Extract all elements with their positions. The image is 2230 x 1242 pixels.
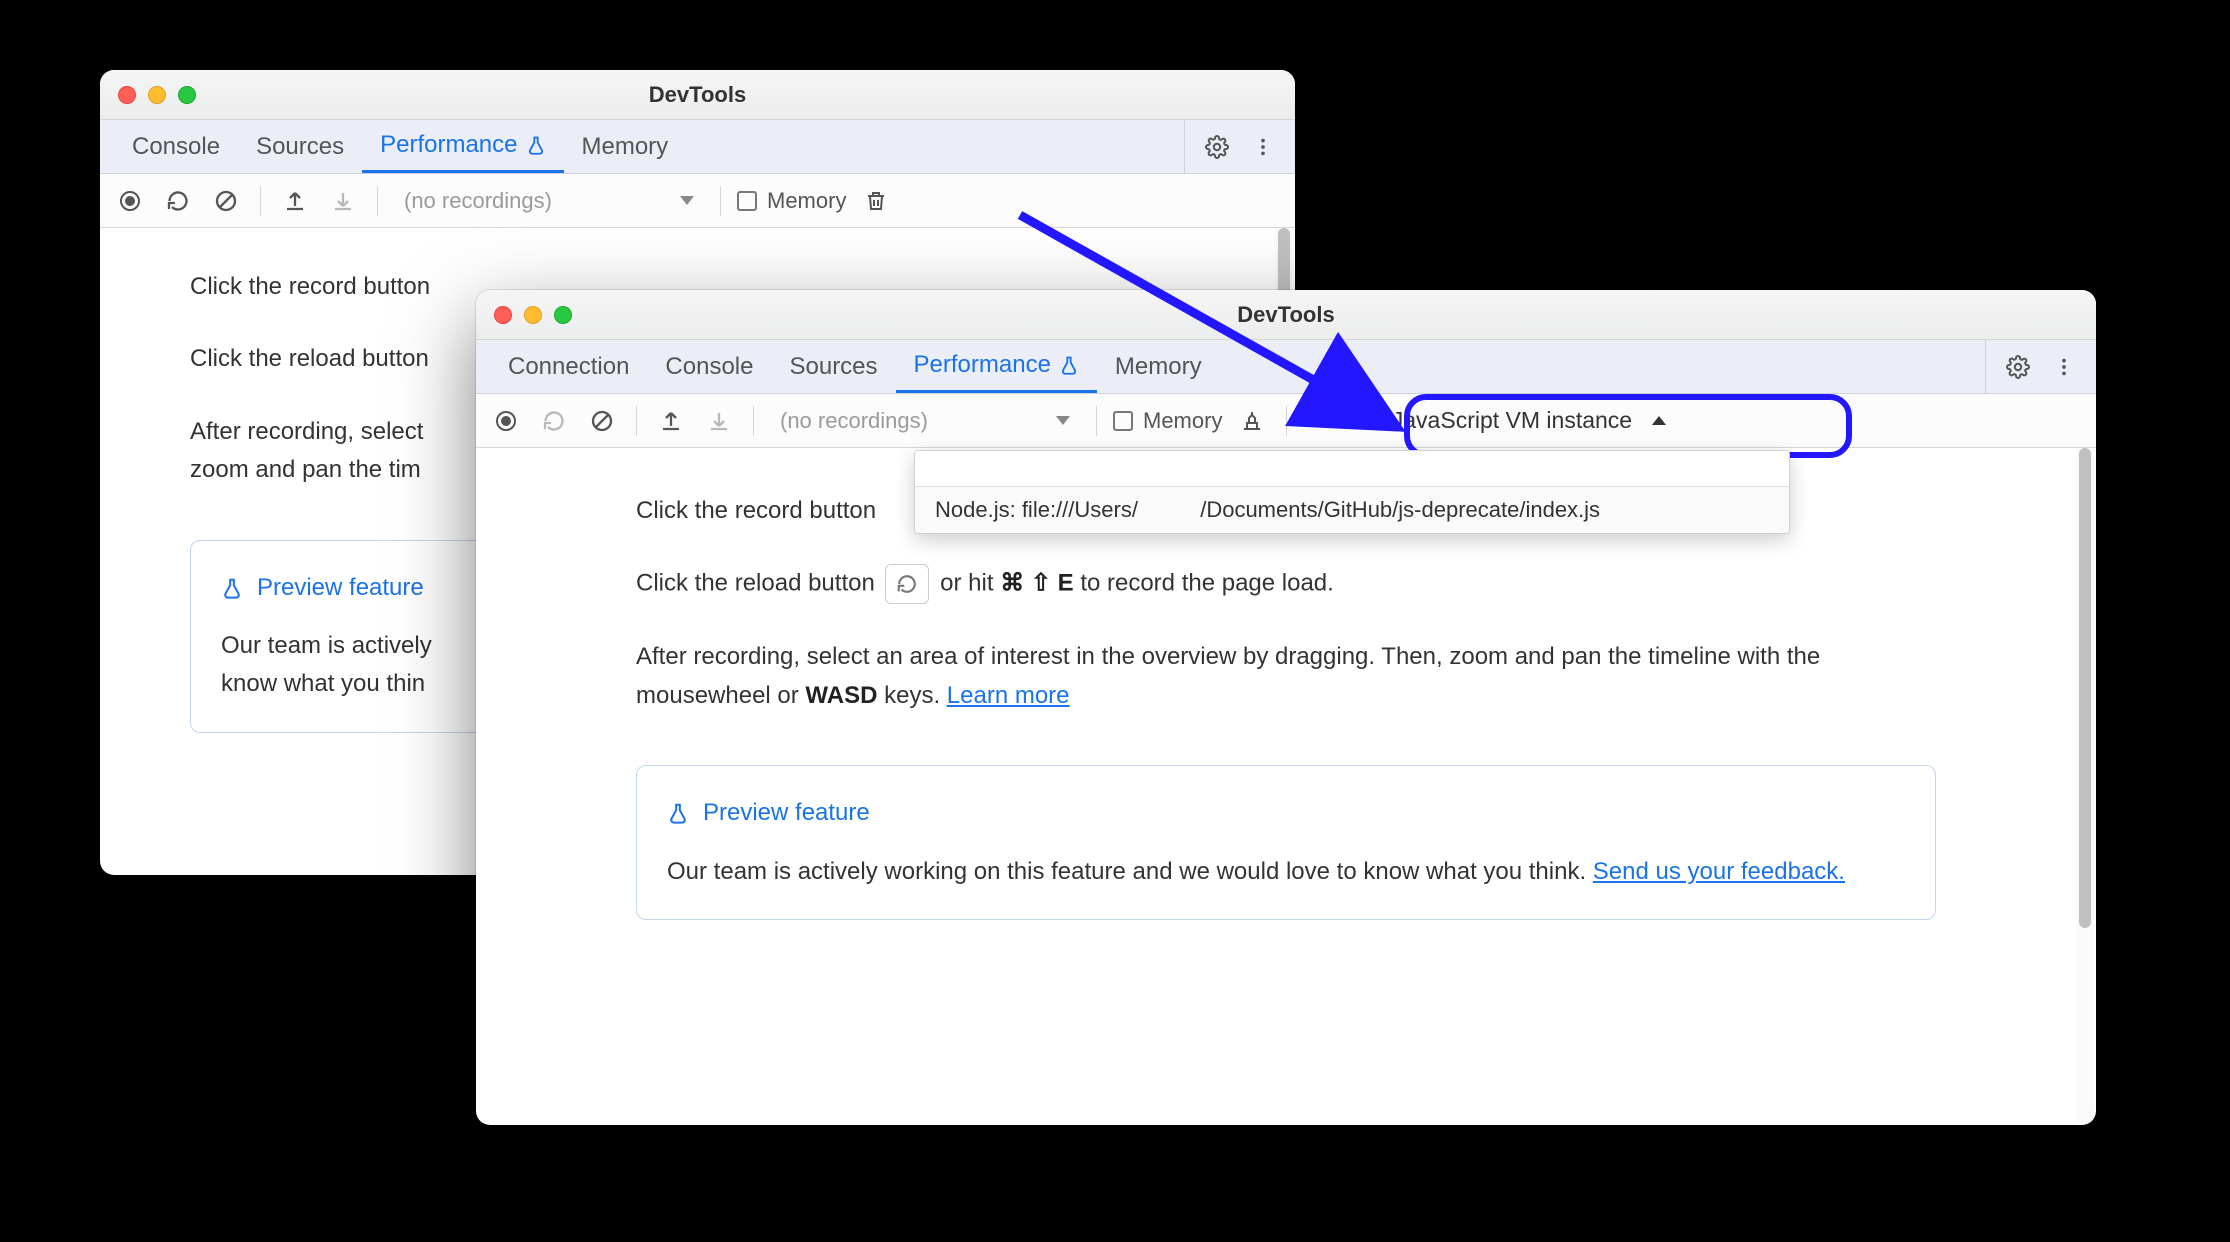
tab-console[interactable]: Console [647,340,771,393]
tab-performance-label: Performance [380,131,517,159]
devtools-window-2: DevTools Connection Console Sources Perf… [476,290,2096,1125]
preview-feature-box: Preview feature Our team is actively wor… [636,765,1936,920]
scrollbar[interactable] [2076,448,2094,1125]
memory-checkbox-wrap[interactable]: Memory [737,188,846,214]
upload-button[interactable] [653,403,689,439]
vm-instance-dropdown[interactable]: Select JavaScript VM instance [1303,399,1684,443]
settings-icon[interactable] [2000,349,2036,385]
trash-button[interactable] [858,183,894,219]
vm-instance-option[interactable]: Node.js: file:///Users/ /Documents/GitHu… [915,487,1789,533]
tabbar: Console Sources Performance Memory [100,120,1295,174]
memory-label: Memory [1143,408,1222,434]
reload-record-button[interactable] [160,183,196,219]
tab-sources[interactable]: Sources [771,340,895,393]
tab-console[interactable]: Console [114,120,238,173]
chevron-up-icon [1652,416,1666,425]
titlebar: DevTools [100,70,1295,120]
flask-icon [221,576,243,600]
clear-button[interactable] [584,403,620,439]
tab-performance[interactable]: Performance [362,120,563,173]
tab-connection[interactable]: Connection [490,340,647,393]
flask-icon [667,801,689,825]
performance-content: Click the record button Click the reload… [476,448,2096,1125]
window-title: DevTools [100,82,1295,108]
tab-memory[interactable]: Memory [564,120,687,173]
vm-menu-filter[interactable] [915,451,1789,487]
more-icon[interactable] [1245,129,1281,165]
record-button[interactable] [112,183,148,219]
reload-shortcut: ⌘ ⇧ E [1000,570,1073,597]
preview-body: Our team is actively working on this fea… [667,853,1905,891]
flask-icon [1059,354,1079,376]
recordings-dropdown[interactable]: (no recordings) [394,182,704,220]
feedback-link[interactable]: Send us your feedback. [1593,858,1845,885]
memory-checkbox-wrap[interactable]: Memory [1113,408,1222,434]
performance-toolbar: (no recordings) Memory [100,174,1295,228]
scrollbar-thumb[interactable] [2079,448,2091,928]
tabbar: Connection Console Sources Performance M… [476,340,2096,394]
tab-performance[interactable]: Performance [896,340,1097,393]
chevron-down-icon [1056,416,1070,425]
reload-record-button[interactable] [536,403,572,439]
window-title: DevTools [476,302,2096,328]
tab-performance-label: Performance [914,351,1051,379]
download-button[interactable] [325,183,361,219]
tabbar-actions [1184,120,1281,173]
memory-checkbox[interactable] [737,191,757,211]
chevron-down-icon [680,196,694,205]
reload-instruction: Click the reload button or hit ⌘ ⇧ E to … [636,564,1936,604]
vm-select-label: Select JavaScript VM instance [1321,407,1632,434]
settings-icon[interactable] [1199,129,1235,165]
record-button[interactable] [488,403,524,439]
tabbar-actions [1985,340,2082,393]
clear-button[interactable] [208,183,244,219]
memory-checkbox[interactable] [1113,411,1133,431]
tab-sources[interactable]: Sources [238,120,362,173]
learn-more-link[interactable]: Learn more [947,682,1070,709]
recordings-placeholder: (no recordings) [780,408,928,434]
reload-icon [885,564,929,604]
collect-garbage-button[interactable] [1234,403,1270,439]
flask-icon [526,134,546,156]
upload-button[interactable] [277,183,313,219]
after-instruction: After recording, select an area of inter… [636,638,1936,715]
performance-toolbar: (no recordings) Memory Select JavaScript… [476,394,2096,448]
tab-memory[interactable]: Memory [1097,340,1220,393]
memory-label: Memory [767,188,846,214]
preview-heading: Preview feature [667,794,1905,832]
recordings-dropdown[interactable]: (no recordings) [770,402,1080,440]
more-icon[interactable] [2046,349,2082,385]
recordings-placeholder: (no recordings) [404,188,552,214]
download-button[interactable] [701,403,737,439]
titlebar: DevTools [476,290,2096,340]
vm-instance-menu: Node.js: file:///Users/ /Documents/GitHu… [914,450,1790,534]
